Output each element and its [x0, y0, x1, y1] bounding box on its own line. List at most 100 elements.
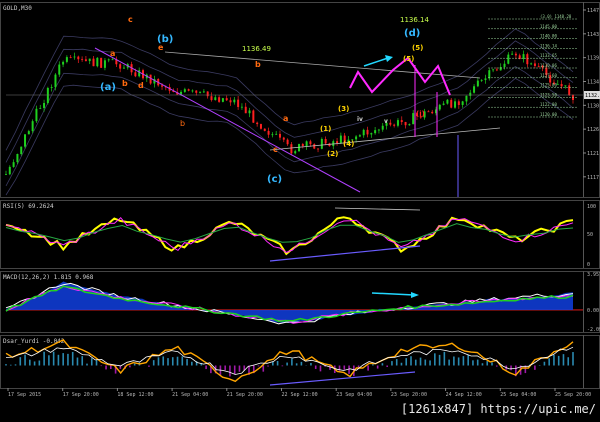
oscillator-bar	[443, 351, 446, 366]
x-tick-label: 17 Sep 20:00	[63, 392, 99, 398]
oscillator-bar	[434, 353, 436, 366]
oscillator-bar	[205, 365, 207, 370]
oscillator-bar	[548, 358, 550, 366]
oscillator-bar	[76, 357, 79, 366]
candle-body	[556, 83, 559, 85]
oscillator-bar	[414, 359, 417, 366]
candle-body	[499, 67, 502, 71]
oscillator-bar	[319, 365, 322, 372]
candle-body	[446, 99, 449, 104]
oscillator-bar	[291, 358, 293, 366]
candle-body	[473, 86, 476, 93]
oscillator-bar	[262, 365, 265, 372]
candle-body	[358, 135, 361, 137]
fib-level-label: 1127.60	[540, 73, 557, 78]
candle-body	[183, 89, 186, 92]
candle-body	[119, 64, 122, 69]
candle-body	[530, 63, 533, 65]
candle-body	[111, 59, 114, 61]
candle-body	[431, 111, 434, 114]
wave-label: (c)	[267, 174, 282, 185]
oscillator-bar	[157, 357, 160, 366]
footer-link[interactable]: [1261x847] https://upic.me/	[401, 402, 596, 416]
oscillator-bar	[238, 365, 241, 372]
oscillator-bar	[181, 356, 184, 366]
x-tick-label: 21 Sep 20:00	[227, 392, 263, 398]
candle-body	[88, 58, 91, 62]
price-tick-label: 1126.20	[587, 127, 600, 133]
oscillator-bar	[491, 362, 493, 366]
wave-label: (5)	[412, 44, 423, 52]
price-tick-label: 1121.90	[587, 151, 600, 157]
wave-label: d	[138, 81, 144, 90]
oscillator-bar	[391, 361, 393, 366]
candle-body	[81, 59, 84, 61]
high-label: 1136.49	[242, 45, 271, 53]
candle-body	[396, 120, 399, 126]
fib-level-label: 1140.00	[540, 34, 557, 39]
oscillator-bar	[62, 353, 64, 366]
oscillator-bar	[300, 361, 303, 366]
wave-label: b	[122, 79, 128, 88]
wave-label: (i)	[416, 110, 425, 118]
oscillator-bar	[171, 357, 174, 366]
oscillator-bar	[510, 365, 512, 371]
price-tick-label: 1139.10	[587, 56, 600, 62]
oscillator-bar	[376, 365, 379, 369]
oscillator-bar	[310, 363, 312, 366]
candle-body	[469, 92, 472, 96]
candle-body	[256, 122, 259, 125]
oscillator-bar	[110, 365, 112, 369]
candle-body	[290, 144, 293, 154]
candle-body	[412, 113, 415, 125]
candle-body	[77, 56, 80, 60]
oscillator-bar	[33, 361, 36, 366]
candle-body	[134, 72, 137, 77]
candle-body	[69, 57, 72, 58]
wave-label: (5)	[403, 55, 414, 63]
footer-bar: [1261x847] https://upic.me/	[0, 400, 600, 422]
candle-body	[282, 137, 285, 140]
candle-body	[259, 124, 262, 129]
fib-level-label: (3.0) 1148.28	[540, 14, 572, 19]
oscillator-bar	[186, 358, 188, 366]
oscillator-bar	[467, 354, 469, 366]
oscillator-bar	[429, 360, 431, 366]
oscillator-bar	[29, 359, 31, 366]
fib-level-label: 1130.06	[540, 63, 557, 68]
candle-body	[389, 122, 392, 125]
candle-body	[393, 124, 396, 126]
oscillator-bar	[453, 356, 455, 366]
candle-body	[16, 154, 19, 163]
candle-body	[31, 121, 34, 132]
candle-body	[278, 133, 281, 138]
oscillator-bar	[405, 358, 408, 366]
x-tick-label: 22 Sep 12:00	[282, 392, 318, 398]
candle-body	[206, 91, 209, 97]
candle-body	[233, 99, 236, 103]
candle-body	[122, 67, 125, 69]
fib-level-label: 1136.14	[540, 43, 557, 48]
candle-body	[107, 59, 110, 61]
oscillator-bar	[57, 354, 60, 366]
wave-label: e	[158, 43, 164, 52]
candle-body	[317, 148, 320, 150]
oscillator-bar	[472, 360, 474, 366]
candle-body	[450, 99, 453, 108]
oscillator-bar	[348, 365, 350, 374]
macd-tick-label: 3.957	[587, 272, 600, 278]
candle-body	[526, 54, 529, 65]
rsi-tick-label: 100	[587, 204, 596, 210]
oscillator-bar	[233, 365, 236, 375]
candle-body	[43, 103, 46, 108]
candle-body	[5, 174, 7, 176]
candle-body	[518, 55, 521, 60]
candle-body	[27, 131, 30, 135]
wave-label: c	[273, 145, 278, 154]
candle-body	[495, 69, 498, 71]
oscillator-bar	[191, 361, 193, 366]
oscillator-bar	[557, 355, 560, 366]
macd-tick-label: -2.095	[587, 327, 600, 333]
candle-body	[237, 99, 240, 107]
oscillator-bar	[314, 365, 317, 369]
